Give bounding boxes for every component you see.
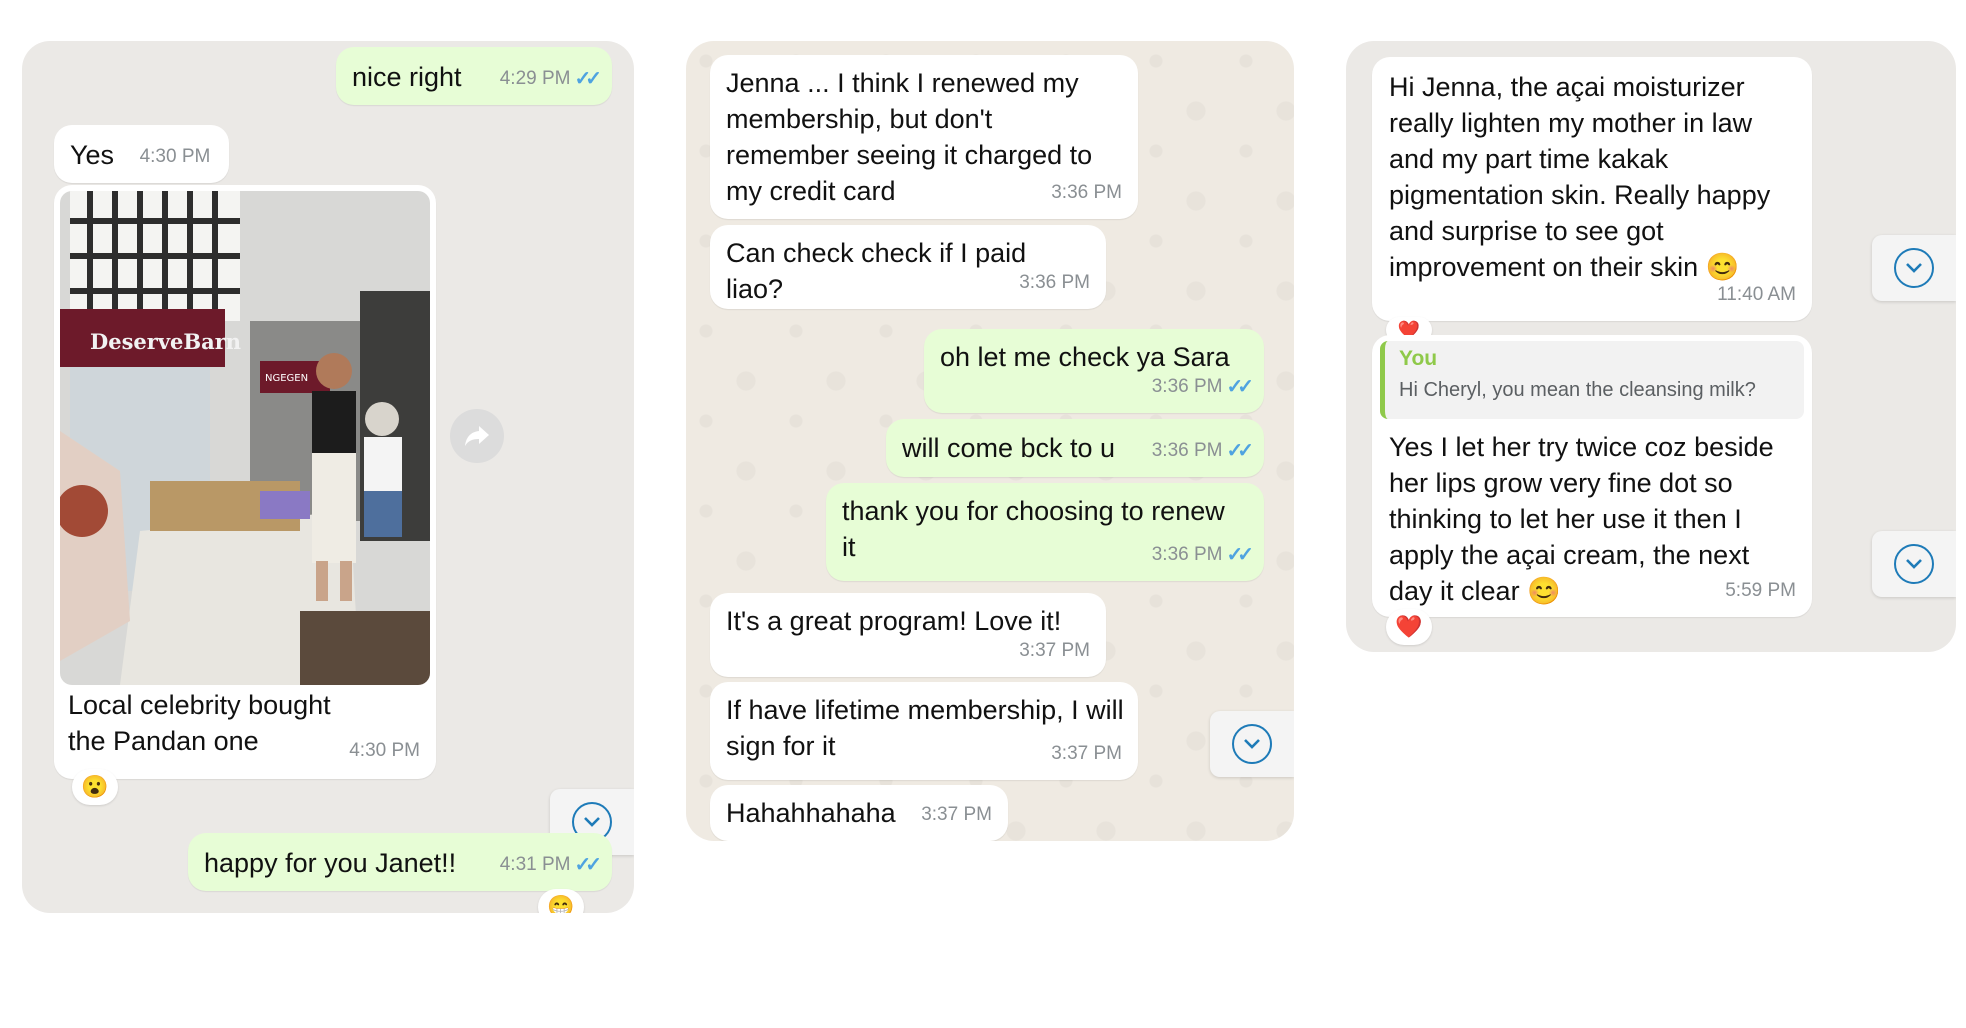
sign-text: DeserveBarn	[90, 329, 241, 354]
message-time: 4:29 PM	[499, 68, 571, 89]
message-time: 3:37 PM	[921, 803, 992, 825]
quote-author: You	[1399, 347, 1438, 370]
reaction-surprised-icon: 😮	[81, 774, 109, 799]
double-check-icon: ✓✓	[574, 68, 601, 90]
message-meta: 4:29 PM ✓✓	[499, 61, 602, 97]
photo-image: DeserveBarn NGEGEN	[60, 191, 430, 685]
scroll-down-button[interactable]	[1872, 531, 1956, 597]
message-bubble-incoming[interactable]: Can check check if I paid liao? 3:36 PM	[710, 225, 1106, 309]
message-meta: 4:31 PM ✓✓	[499, 847, 602, 883]
forward-icon	[465, 426, 489, 446]
photo-message-bubble[interactable]: DeserveBarn NGEGEN Local celebrity bough…	[54, 185, 436, 779]
photo-caption: Local celebrity bought the Pandan one	[68, 690, 331, 756]
message-time: 4:30 PM	[349, 740, 420, 761]
message-bubble-incoming[interactable]: If have lifetime membership, I will sign…	[710, 682, 1138, 780]
chevron-down-icon	[1232, 724, 1272, 764]
message-bubble-incoming[interactable]: Hahahhahaha 3:37 PM	[710, 785, 1008, 841]
message-bubble-outgoing[interactable]: nice right 4:29 PM ✓✓	[336, 47, 612, 105]
chevron-down-icon	[1894, 544, 1934, 584]
message-time: 3:36 PM	[1051, 182, 1122, 203]
message-text: Jenna ... I think I renewed my membershi…	[726, 68, 1093, 206]
message-time: 3:37 PM	[1051, 743, 1122, 764]
forward-button[interactable]	[450, 409, 504, 463]
chat-panel-3: Hi Jenna, the açai moisturizer really li…	[1346, 41, 1956, 652]
quote-text: Hi Cheryl, you mean the cleansing milk?	[1399, 379, 1756, 401]
reaction-badge[interactable]: 😁	[538, 889, 584, 913]
message-photo[interactable]: DeserveBarn NGEGEN	[60, 191, 430, 685]
message-bubble-outgoing[interactable]: will come bck to u 3:36 PM ✓✓	[886, 419, 1264, 477]
message-bubble-incoming[interactable]: Hi Jenna, the açai moisturizer really li…	[1372, 57, 1812, 321]
message-meta: 3:36 PM ✓✓	[1151, 433, 1254, 469]
message-bubble-incoming[interactable]: Yes 4:30 PM	[54, 125, 229, 183]
chat-panel-1: nice right 4:29 PM ✓✓ Yes 4:30 PM Deserv…	[22, 41, 634, 913]
scroll-down-button[interactable]	[1872, 235, 1956, 301]
message-time: 11:40 AM	[1717, 284, 1796, 305]
double-check-icon: ✓✓	[1226, 440, 1253, 462]
reaction-heart-icon: ❤️	[1395, 614, 1423, 639]
message-time: 4:30 PM	[139, 145, 211, 167]
message-meta: 3:36 PM ✓✓	[1151, 369, 1254, 405]
message-text: will come bck to u	[902, 433, 1116, 463]
double-check-icon: ✓✓	[1226, 376, 1253, 398]
message-text: Hi Jenna, the açai moisturizer really li…	[1389, 72, 1771, 282]
message-bubble-incoming[interactable]: Jenna ... I think I renewed my membershi…	[710, 55, 1138, 219]
reaction-badge[interactable]: 😮	[72, 769, 118, 805]
message-time: 3:37 PM	[1019, 640, 1090, 661]
message-text: Yes	[70, 140, 115, 170]
message-time: 4:31 PM	[499, 854, 571, 875]
message-meta: 3:36 PM ✓✓	[1151, 537, 1254, 573]
sign-2-text: NGEGEN	[265, 373, 308, 384]
message-bubble-outgoing[interactable]: happy for you Janet!! 4:31 PM ✓✓	[188, 833, 612, 891]
message-time: 3:36 PM	[1151, 376, 1223, 397]
message-time: 3:36 PM	[1151, 544, 1223, 565]
message-bubble-incoming[interactable]: It's a great program! Love it! 3:37 PM	[710, 593, 1106, 677]
message-bubble-outgoing[interactable]: oh let me check ya Sara 3:36 PM ✓✓	[924, 329, 1264, 413]
reaction-grin-icon: 😁	[547, 894, 575, 913]
reaction-badge[interactable]: ❤️	[1386, 609, 1432, 645]
double-check-icon: ✓✓	[1226, 544, 1253, 566]
chevron-down-icon	[1894, 248, 1934, 288]
message-time: 3:36 PM	[1151, 440, 1223, 461]
message-bubble-outgoing[interactable]: thank you for choosing to renew it 3:36 …	[826, 483, 1264, 581]
message-time: 5:59 PM	[1725, 580, 1796, 601]
double-check-icon: ✓✓	[574, 854, 601, 876]
message-text: Hahahhahaha	[726, 798, 896, 828]
message-bubble-incoming[interactable]: You Hi Cheryl, you mean the cleansing mi…	[1372, 335, 1812, 617]
message-time: 3:36 PM	[1019, 272, 1090, 293]
scroll-down-button[interactable]	[1210, 711, 1294, 777]
quoted-message[interactable]: You Hi Cheryl, you mean the cleansing mi…	[1380, 341, 1804, 419]
chat-panel-2: Jenna ... I think I renewed my membershi…	[686, 41, 1294, 841]
